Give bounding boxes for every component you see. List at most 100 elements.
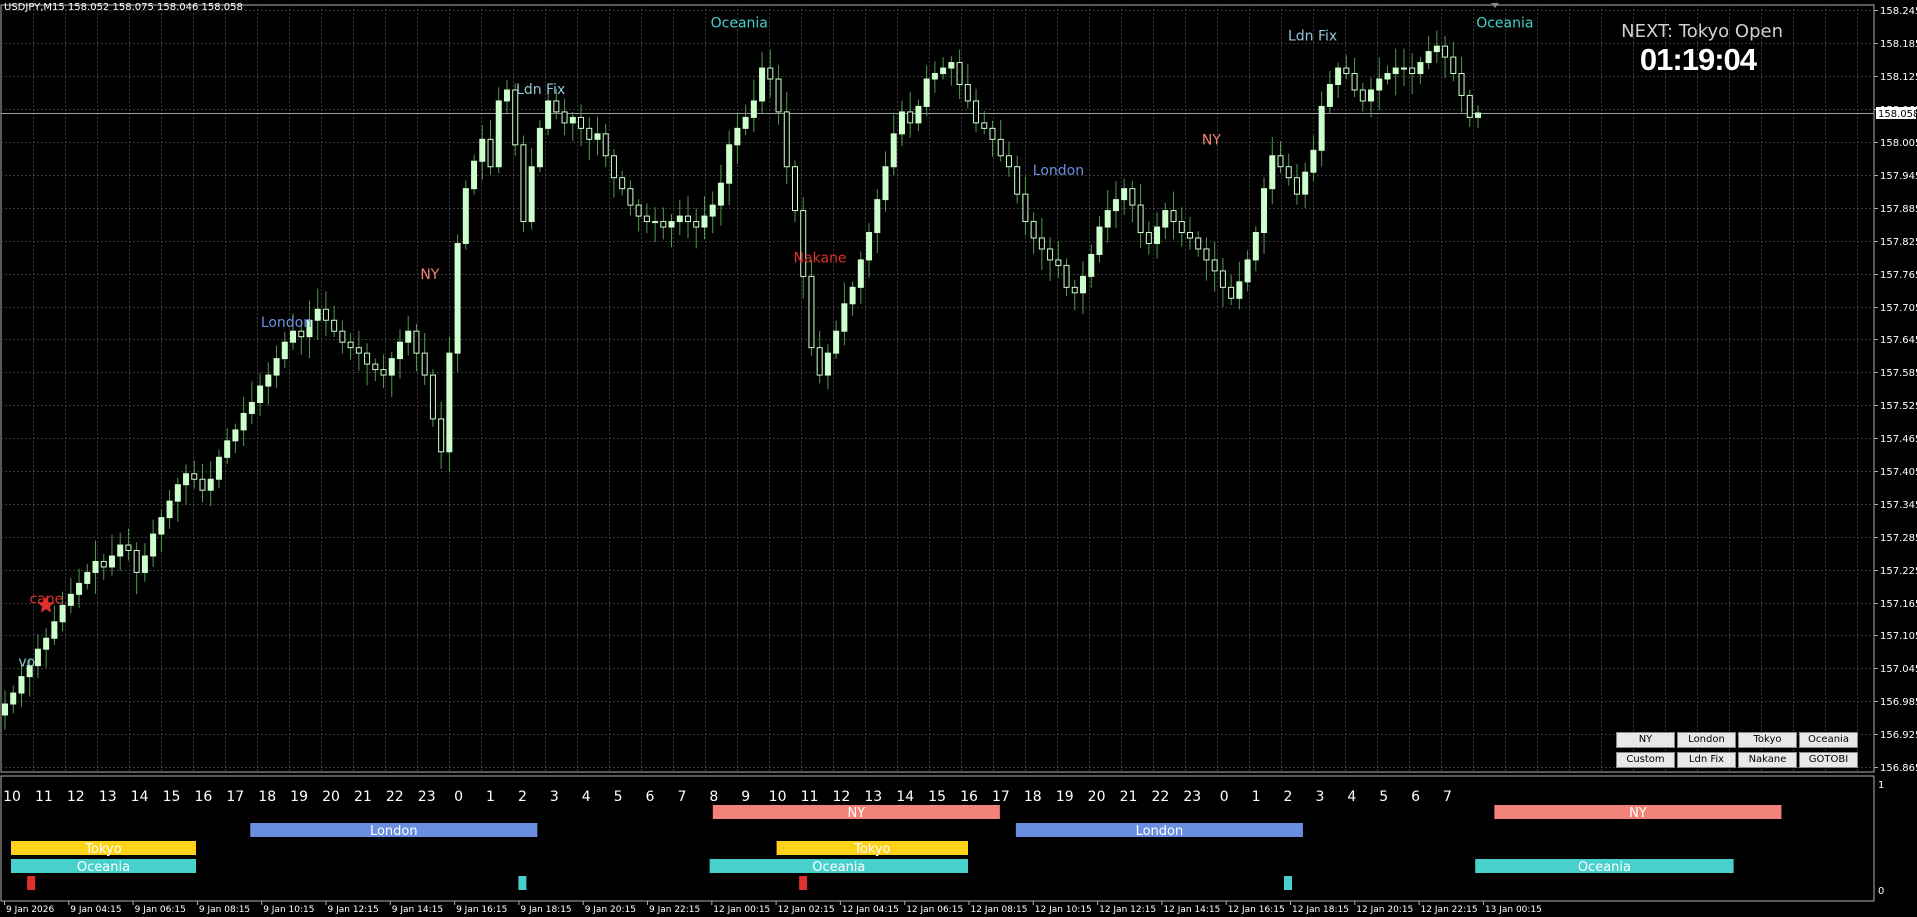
candle-body xyxy=(1195,237,1202,250)
hour-label: 7 xyxy=(1443,789,1452,805)
gotobi-button[interactable]: GOTOBI xyxy=(1799,752,1858,768)
hour-label: 13 xyxy=(99,789,117,805)
candle-body xyxy=(76,582,83,595)
session-bar-label: Oceania xyxy=(812,860,865,875)
candle-body xyxy=(1137,204,1144,234)
candle-body xyxy=(322,308,329,321)
hour-label: 18 xyxy=(258,789,276,805)
time-axis: 9 Jan 2026 9 Jan 04:15 9 Jan 06:15 9 Jan 08… xyxy=(4,901,1542,915)
candle-body xyxy=(545,100,552,129)
candle-body xyxy=(51,621,58,639)
hour-label: 9 xyxy=(741,789,750,805)
candle-body xyxy=(767,67,774,80)
candle-body xyxy=(1038,237,1045,250)
event-marker xyxy=(799,876,808,890)
candle-body xyxy=(265,374,272,387)
candle-body xyxy=(1433,45,1440,53)
candle-body xyxy=(1400,67,1407,70)
candle-body xyxy=(742,116,749,129)
candle-body xyxy=(1409,67,1416,75)
candle-body xyxy=(923,78,930,107)
candle-body xyxy=(890,133,897,168)
candle-body xyxy=(1186,232,1193,239)
candle-body xyxy=(67,593,74,606)
hour-label: 2 xyxy=(1284,789,1293,805)
candle-body xyxy=(396,341,403,360)
current-price-value: 158.058 xyxy=(1878,109,1917,120)
tokyo-button[interactable]: Tokyo xyxy=(1738,732,1797,748)
london-button[interactable]: London xyxy=(1677,732,1736,748)
candle-body xyxy=(421,352,428,376)
candle-body xyxy=(331,319,338,332)
price-tick-label: 157.585 xyxy=(1880,368,1917,379)
hour-label: 14 xyxy=(131,789,149,805)
candle-body xyxy=(1343,67,1350,75)
candle-body xyxy=(166,500,173,519)
price-tick-label: 158.125 xyxy=(1880,72,1917,83)
candle-body xyxy=(479,138,486,162)
candle-body xyxy=(150,533,157,557)
candle-body xyxy=(536,127,543,168)
hour-label: 22 xyxy=(1151,789,1169,805)
candle-body xyxy=(1326,83,1333,107)
candle-body xyxy=(1335,67,1342,85)
hour-label: 20 xyxy=(1088,789,1106,805)
time-tick-label: 12 Jan 16:15 xyxy=(1228,905,1285,915)
candle-body xyxy=(685,215,692,223)
candle-body xyxy=(1228,286,1235,299)
time-tick-label: 12 Jan 06:15 xyxy=(906,905,963,915)
candle-body xyxy=(1145,232,1152,244)
candle-body xyxy=(240,412,247,431)
price-tick-label: 157.345 xyxy=(1880,500,1917,511)
hour-label: 20 xyxy=(322,789,340,805)
indicator-scale-min: 0 xyxy=(1878,886,1884,897)
indicator-scale-max: 1 xyxy=(1878,780,1884,791)
candle-body xyxy=(454,242,461,354)
ldn-fix-button[interactable]: Ldn Fix xyxy=(1677,752,1736,768)
candle-body xyxy=(495,100,502,168)
candle-body xyxy=(92,560,99,573)
session-marker-label: London xyxy=(261,315,312,331)
candle-body xyxy=(561,111,568,124)
time-tick-label: 9 Jan 2026 xyxy=(6,905,54,915)
price-axis: 158.245158.185158.125158.065158.005157.9… xyxy=(1491,3,1917,774)
price-tick-label: 157.945 xyxy=(1880,171,1917,182)
candle-body xyxy=(874,199,881,234)
event-marker xyxy=(1284,876,1292,890)
candle-body xyxy=(380,369,387,376)
time-tick-label: 9 Jan 08:15 xyxy=(199,905,250,915)
hour-label: 4 xyxy=(1347,789,1356,805)
candle-body xyxy=(1359,89,1366,102)
candle-body xyxy=(898,111,905,135)
hour-label: 16 xyxy=(960,789,978,805)
candle-body xyxy=(1129,188,1136,206)
nakane-button[interactable]: Nakane xyxy=(1738,752,1797,768)
candle-body xyxy=(775,78,782,113)
candle-body xyxy=(133,550,140,573)
price-chart[interactable]: OceaniaLdn FixLondonNYNakaneOceaniaLdn F… xyxy=(0,0,1917,917)
candle-body xyxy=(364,352,371,365)
candle-body xyxy=(1425,51,1432,64)
custom-button[interactable]: Custom xyxy=(1616,752,1675,768)
candle-body xyxy=(43,637,50,650)
time-tick-label: 9 Jan 10:15 xyxy=(263,905,314,915)
ny-button[interactable]: NY xyxy=(1616,732,1675,748)
hour-label: 19 xyxy=(1056,789,1074,805)
candle-body xyxy=(1088,253,1095,277)
candle-body xyxy=(355,347,362,354)
hour-label: 12 xyxy=(67,789,85,805)
price-tick-label: 158.245 xyxy=(1880,6,1917,17)
candle-body xyxy=(1203,248,1210,261)
time-tick-label: 12 Jan 12:15 xyxy=(1099,905,1156,915)
candle-body xyxy=(388,358,395,376)
candle-body xyxy=(191,473,198,480)
price-tick-label: 157.645 xyxy=(1880,335,1917,346)
session-marker-label: Oceania xyxy=(1476,15,1533,31)
session-indicator: 1010 11 12 13 14 15 16 17 18 19 20 21 22 23 0 1 2 3 4 5 6 7 8 9… xyxy=(0,775,1884,902)
candle-body xyxy=(586,127,593,140)
candle-body xyxy=(1030,221,1037,239)
candle-body xyxy=(314,308,321,321)
oceania-button[interactable]: Oceania xyxy=(1799,732,1858,748)
candle-body xyxy=(569,116,576,124)
candle-body xyxy=(717,182,724,206)
